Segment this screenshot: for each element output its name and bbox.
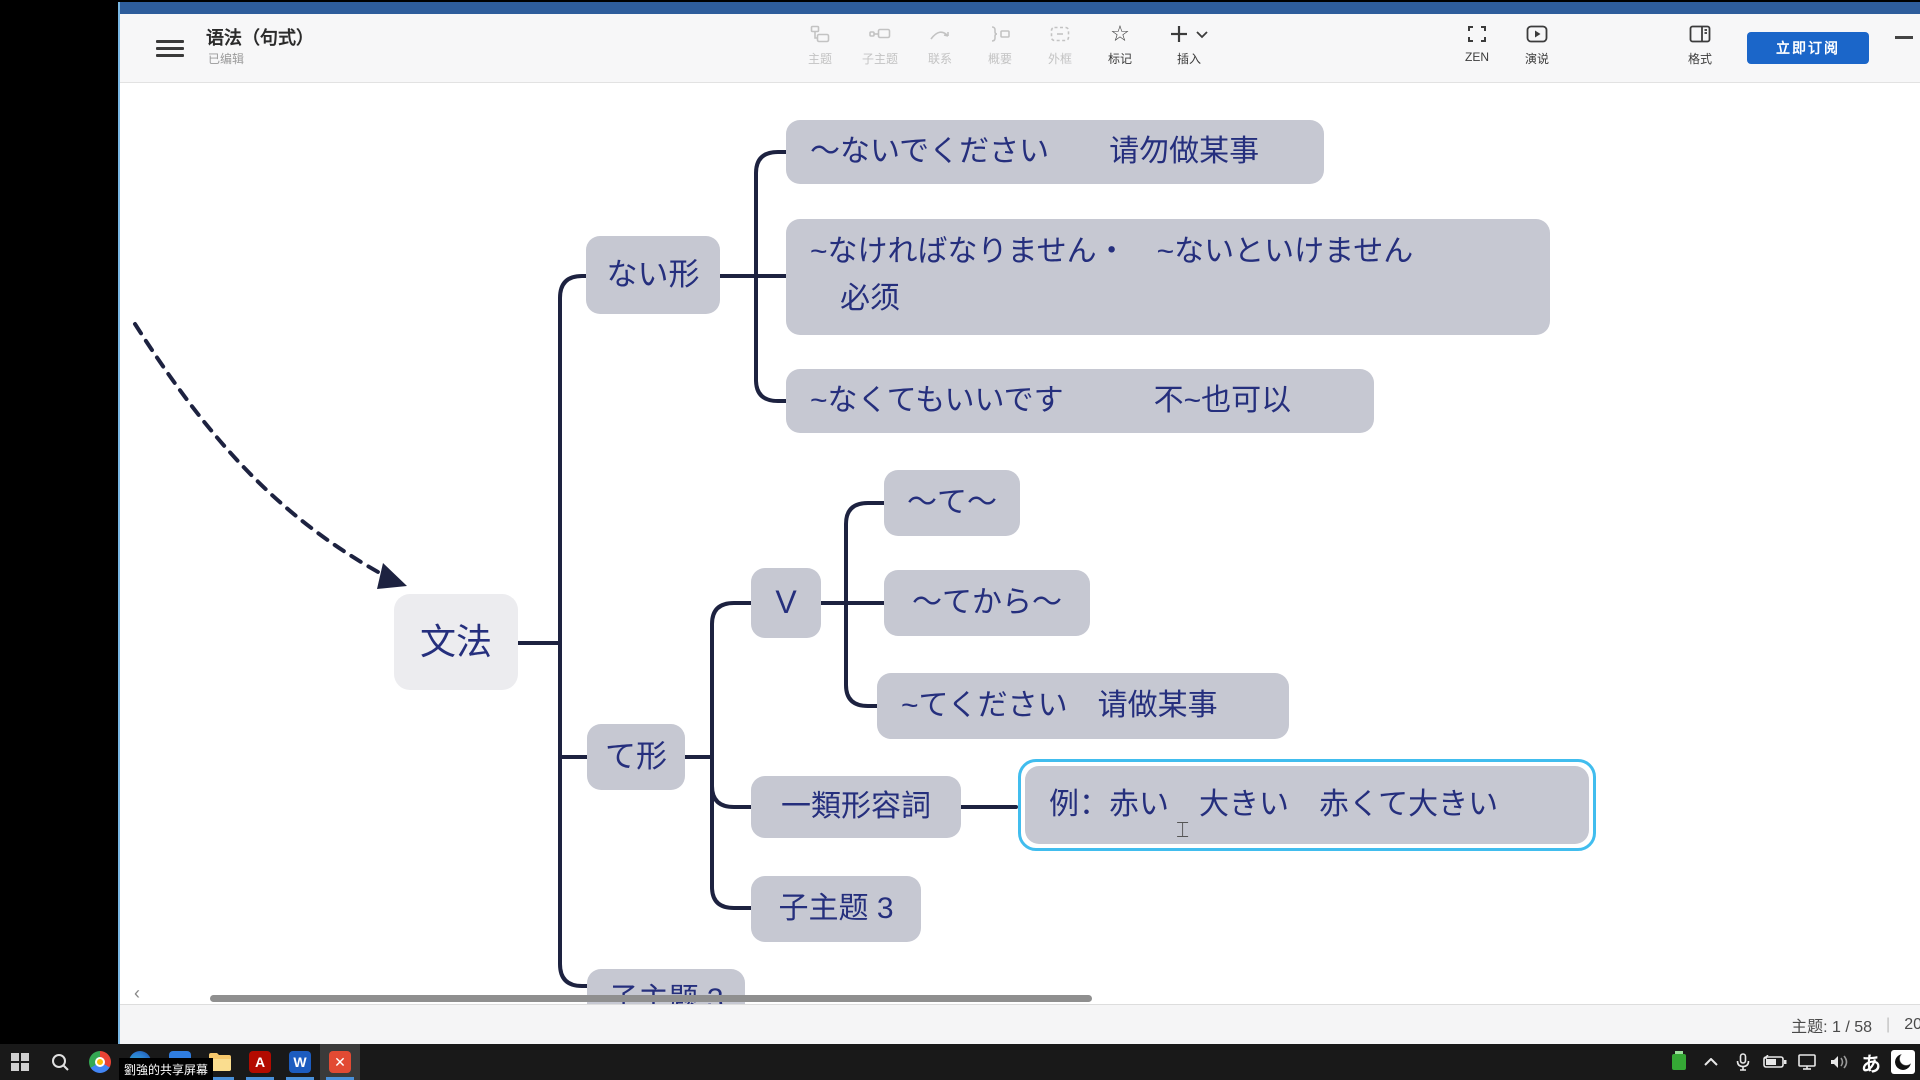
word-icon[interactable]: W bbox=[280, 1044, 320, 1080]
text-cursor: ⌶ bbox=[1176, 818, 1189, 843]
zen-button[interactable]: ZEN bbox=[1449, 22, 1505, 76]
boundary-button[interactable]: 外框 bbox=[1032, 22, 1088, 76]
start-button[interactable] bbox=[0, 1044, 40, 1080]
mindmap-node-subtopic3[interactable]: 子主题 3 bbox=[751, 876, 921, 942]
subtopic-icon bbox=[869, 22, 891, 46]
relationship-button[interactable]: 联系 bbox=[912, 22, 968, 76]
format-panel-icon bbox=[1689, 22, 1711, 46]
mindmap-node-naidekudasai[interactable]: ～ないでください 请勿做某事 bbox=[786, 120, 1324, 184]
marker-label: 标记 bbox=[1108, 50, 1132, 67]
boundary-icon bbox=[1050, 22, 1070, 46]
topic-label: 主题 bbox=[808, 50, 832, 67]
document-status: 已编辑 bbox=[208, 50, 244, 67]
mindmap-node-nakereba[interactable]: ~なければなりません・ ~ないといけません 必须 bbox=[786, 219, 1550, 335]
topic-icon bbox=[810, 22, 830, 46]
screen-share-label: 劉強的共享屏幕 bbox=[119, 1058, 213, 1080]
boundary-label: 外框 bbox=[1048, 50, 1072, 67]
subtopic-label: 子主题 bbox=[862, 50, 898, 67]
toolbar: 语法（句式） 已编辑 主题 子主题 联系 bbox=[120, 14, 1920, 83]
summary-label: 概要 bbox=[988, 50, 1012, 67]
mindmap-node-v[interactable]: V bbox=[751, 568, 821, 638]
minimize-button[interactable] bbox=[1895, 36, 1913, 39]
node-label: 子主题 3 bbox=[778, 889, 893, 930]
format-button[interactable]: 格式 bbox=[1672, 22, 1728, 76]
dashed-arrow bbox=[135, 324, 387, 577]
mindmap-node-example-selected[interactable]: 例：赤い 大きい 赤くて大きい bbox=[1018, 759, 1596, 851]
node-label: 例：赤い 大きい 赤くて大きい bbox=[1049, 785, 1498, 826]
mindmap-node-nakutemo[interactable]: ~なくてもいいです 不~也可以 bbox=[786, 369, 1374, 433]
status-bar: 主题: 1 / 58 | 20 bbox=[120, 1004, 1920, 1045]
node-label: ない形 bbox=[607, 254, 700, 296]
mindmap-node-tekara[interactable]: ～てから～ bbox=[884, 570, 1090, 636]
usb-device-icon[interactable] bbox=[1666, 1047, 1692, 1077]
node-label: V bbox=[775, 581, 796, 624]
taskbar: ▲ A W ✕ bbox=[0, 1044, 1920, 1080]
star-icon: ☆ bbox=[1110, 22, 1130, 46]
ime-language-indicator[interactable]: あ bbox=[1858, 1047, 1884, 1077]
node-label: ～て～ bbox=[907, 483, 997, 524]
node-label: ~なければなりません・ ~ないといけません 必须 bbox=[810, 229, 1413, 322]
horizontal-scrollbar-thumb[interactable] bbox=[210, 995, 1092, 1002]
node-label: ～ないでください 请勿做某事 bbox=[810, 132, 1259, 173]
subscribe-button[interactable]: 立即订阅 bbox=[1747, 32, 1869, 64]
search-icon[interactable] bbox=[40, 1044, 80, 1080]
subtopic-button[interactable]: 子主题 bbox=[852, 22, 908, 76]
acrobat-icon[interactable]: A bbox=[240, 1044, 280, 1080]
play-icon bbox=[1526, 22, 1548, 46]
node-label: ~なくてもいいです 不~也可以 bbox=[810, 381, 1291, 422]
mindmap-node-tekei[interactable]: て形 bbox=[587, 724, 685, 790]
present-button[interactable]: 演说 bbox=[1509, 22, 1565, 76]
xmind-icon[interactable]: ✕ bbox=[320, 1044, 360, 1080]
ime-a-label: あ bbox=[1861, 1048, 1881, 1077]
screen: 语法（句式） 已编辑 主题 子主题 联系 bbox=[0, 0, 1920, 1080]
node-label: 文法 bbox=[420, 618, 492, 667]
present-label: 演说 bbox=[1525, 50, 1549, 67]
zen-label: ZEN bbox=[1465, 50, 1489, 64]
tray-expand-icon[interactable] bbox=[1698, 1047, 1724, 1077]
mindmap-node-te[interactable]: ～て～ bbox=[884, 470, 1020, 536]
node-label: ～てから～ bbox=[912, 583, 1062, 624]
hamburger-menu-icon[interactable] bbox=[156, 40, 184, 58]
volume-icon[interactable] bbox=[1826, 1047, 1852, 1077]
summary-icon bbox=[989, 22, 1011, 46]
battery-icon[interactable] bbox=[1762, 1047, 1788, 1077]
microphone-icon[interactable] bbox=[1730, 1047, 1756, 1077]
summary-button[interactable]: 概要 bbox=[972, 22, 1028, 76]
format-label: 格式 bbox=[1688, 50, 1712, 67]
topic-counter: 主题: 1 / 58 bbox=[1791, 1013, 1872, 1037]
relationship-label: 联系 bbox=[928, 50, 952, 67]
window-top-strip bbox=[120, 2, 1920, 14]
app-window: 语法（句式） 已编辑 主题 子主题 联系 bbox=[118, 2, 1920, 1044]
system-tray: あ bbox=[1666, 1047, 1920, 1077]
marker-button[interactable]: ☆ 标记 bbox=[1092, 22, 1148, 76]
insert-label: 插入 bbox=[1177, 50, 1201, 67]
plus-icon bbox=[1169, 22, 1209, 46]
relationship-icon bbox=[929, 22, 951, 46]
insert-button[interactable]: 插入 bbox=[1156, 22, 1222, 76]
zoom-level: 20 bbox=[1904, 1016, 1920, 1034]
ime-mode-icon[interactable] bbox=[1890, 1047, 1916, 1077]
node-label: 一類形容詞 bbox=[781, 787, 931, 828]
mindmap-node-adjective[interactable]: 一類形容詞 bbox=[751, 776, 961, 838]
mindmap-node-tekudasai[interactable]: ~てください 请做某事 bbox=[877, 673, 1289, 739]
status-separator: | bbox=[1886, 1016, 1890, 1034]
topic-button[interactable]: 主题 bbox=[792, 22, 848, 76]
scroll-left-arrow[interactable]: ‹ bbox=[134, 983, 140, 1004]
mindmap-canvas[interactable]: 文法 ない形 ～ないでください 请勿做某事 ~なければなりません・ ~ないといけ… bbox=[120, 83, 1920, 1004]
zen-mode-icon bbox=[1467, 22, 1487, 46]
document-title: 语法（句式） bbox=[206, 24, 314, 50]
chrome-icon[interactable] bbox=[80, 1044, 120, 1080]
node-label: ~てください 请做某事 bbox=[901, 686, 1218, 727]
network-icon[interactable] bbox=[1794, 1047, 1820, 1077]
node-label: て形 bbox=[605, 736, 667, 778]
mindmap-node-root[interactable]: 文法 bbox=[394, 594, 518, 690]
mindmap-node-naikei[interactable]: ない形 bbox=[586, 236, 720, 314]
